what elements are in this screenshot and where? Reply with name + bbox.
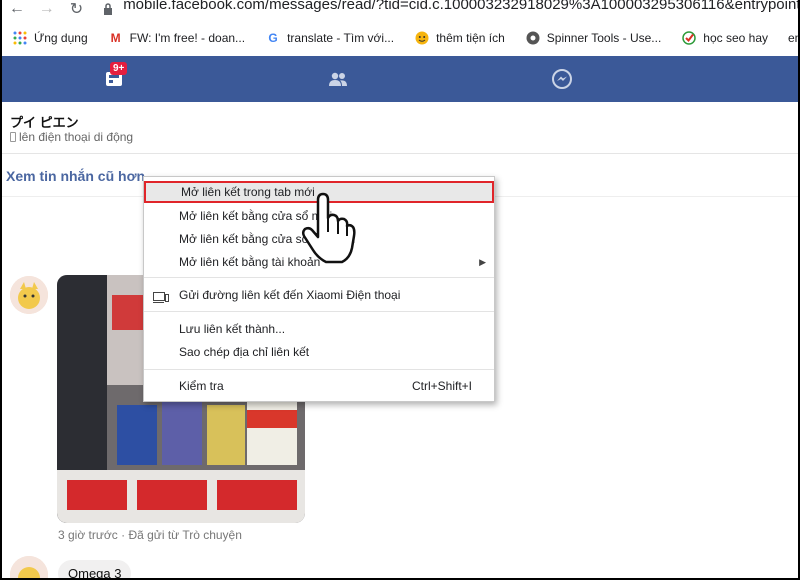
forward-icon[interactable]: →	[32, 0, 62, 18]
menu-separator	[144, 311, 494, 312]
bookmark-gmail[interactable]: M FW: I'm free! - doan...	[108, 30, 245, 46]
bookmark-label: translate - Tìm với...	[287, 31, 395, 45]
bookmark-en[interactable]: en	[788, 31, 798, 45]
messenger-icon[interactable]	[551, 68, 573, 90]
screen: ← → ↻ mobile.facebook.com/messages/read/…	[2, 0, 798, 578]
contact-status-text: lên điện thoại di động	[19, 130, 134, 144]
apps-grid-icon	[12, 30, 28, 46]
menu-item-inspect[interactable]: Kiểm tra Ctrl+Shift+I	[144, 375, 494, 397]
bookmarks-bar: Ứng dụng M FW: I'm free! - doan... G tra…	[2, 24, 798, 52]
older-messages-link[interactable]: Xem tin nhắn cũ hơn	[6, 168, 145, 184]
bookmark-label: thêm tiện ích	[436, 31, 505, 45]
bookmark-label: học seo hay	[703, 31, 768, 45]
bookmark-label: FW: I'm free! - doan...	[129, 31, 246, 45]
lock-icon[interactable]	[101, 0, 115, 18]
gmail-icon: M	[110, 31, 121, 45]
friends-icon[interactable]	[327, 68, 349, 90]
menu-item-shortcut: Ctrl+Shift+I	[411, 379, 472, 393]
menu-item-send-to-device[interactable]: Gửi đường liên kết đến Xiaomi Điện thoại	[144, 284, 494, 306]
spinner-tools-icon	[525, 30, 541, 46]
browser-toolbar: ← → ↻ mobile.facebook.com/messages/read/…	[2, 0, 798, 18]
bookmark-apps[interactable]: Ứng dụng	[12, 30, 88, 46]
menu-item-copy-link-address[interactable]: Sao chép địa chỉ liên kết	[144, 341, 494, 363]
phone-icon	[10, 132, 16, 142]
menu-item-save-link-as[interactable]: Lưu liên kết thành...	[144, 318, 494, 340]
device-icon	[153, 289, 169, 311]
conversation-header: プイ ピエン lên điện thoại di động	[2, 102, 798, 154]
menu-item-label: Lưu liên kết thành...	[179, 322, 286, 336]
bookmark-spinner[interactable]: Spinner Tools - Use...	[525, 30, 662, 46]
reload-icon[interactable]: ↻	[62, 0, 92, 18]
bookmark-seo[interactable]: học seo hay	[681, 30, 768, 46]
bookmark-label: Spinner Tools - Use...	[546, 31, 662, 45]
google-icon: G	[268, 31, 278, 45]
hand-cursor-icon	[300, 192, 356, 271]
avatar[interactable]	[10, 276, 48, 314]
bookmark-label: en	[788, 31, 798, 45]
menu-item-label: Gửi đường liên kết đến Xiaomi Điện thoại	[179, 288, 401, 302]
bookmark-extensions[interactable]: thêm tiện ích	[414, 30, 505, 46]
contact-name: プイ ピエン	[10, 115, 79, 130]
message-bubble[interactable]: Omega 3	[58, 560, 132, 578]
avatar[interactable]	[10, 556, 48, 578]
back-icon[interactable]: ←	[2, 0, 32, 18]
address-bar[interactable]: mobile.facebook.com/messages/read/?tid=c…	[123, 0, 798, 13]
menu-item-label: Sao chép địa chỉ liên kết	[179, 345, 310, 359]
bookmark-translate[interactable]: G translate - Tìm với...	[265, 30, 394, 46]
bookmark-label: Ứng dụng	[34, 31, 88, 45]
submenu-arrow-icon: ▶	[479, 257, 486, 267]
menu-item-label: Kiểm tra	[179, 379, 224, 393]
notification-badge: 9+	[110, 62, 128, 75]
contact-status: lên điện thoại di động	[10, 130, 133, 144]
smiley-icon	[414, 30, 430, 46]
facebook-header: 9+	[2, 56, 798, 102]
menu-separator	[144, 277, 494, 278]
photo-caption: 3 giờ trước · Đã gửi từ Trò chuyện	[58, 528, 242, 542]
check-icon	[681, 30, 697, 46]
menu-separator	[144, 369, 494, 370]
menu-item-label: Mở liên kết trong tab mới	[181, 185, 315, 199]
